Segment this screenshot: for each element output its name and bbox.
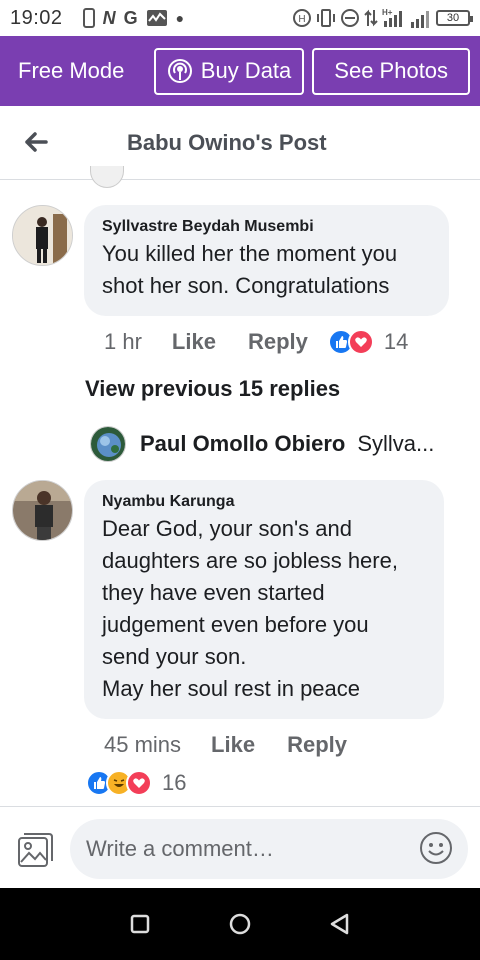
free-mode-bar: Free Mode Buy Data See Photos [0, 36, 480, 106]
circle-icon [229, 913, 251, 935]
signal-icon: H+ [382, 8, 402, 27]
like-link[interactable]: Like [172, 329, 216, 355]
signal-icon-2 [411, 11, 429, 28]
reply-link[interactable]: Reply [248, 329, 308, 355]
comment-time: 45 mins [104, 732, 182, 757]
reply-author[interactable]: Paul Omollo Obiero [140, 431, 345, 457]
broadcast-icon [167, 59, 192, 83]
reply-preview-row[interactable]: Paul Omollo Obiero Syllva... [90, 426, 434, 462]
emoji-icon[interactable] [419, 831, 453, 865]
see-photos-label: See Photos [334, 58, 449, 83]
square-icon [130, 914, 150, 934]
comment-meta: 1 hr Like Reply 14 [104, 327, 408, 357]
comment-text-line: send your son. [102, 644, 247, 669]
vibrate-icon [317, 9, 335, 27]
person-photo-icon [13, 206, 72, 265]
svg-text:H: H [298, 14, 305, 25]
recent-apps-button[interactable] [126, 910, 154, 938]
back-button[interactable] [326, 910, 354, 938]
dot-icon: ● [175, 10, 185, 26]
person-photo-icon [13, 481, 72, 540]
comment-text-line: daughters are so jobless here, [102, 548, 398, 573]
page-title: Babu Owino's Post [127, 130, 327, 155]
like-link[interactable]: Like [211, 732, 255, 758]
comment-meta: 45 mins Like Reply [104, 730, 347, 760]
comment-text-line: shot her son. Congratulations [102, 273, 390, 298]
phone-icon [82, 8, 95, 28]
comment-text-line: judgement even before you [102, 612, 369, 637]
comment-text-line: they have even started [102, 580, 325, 605]
reaction-count: 16 [162, 770, 187, 795]
buy-data-button[interactable]: Buy Data [153, 47, 305, 95]
reactions-group[interactable]: 14 [327, 329, 409, 355]
dnd-icon [341, 9, 359, 27]
comment-text-line: Dear God, your son's and [102, 516, 353, 541]
triangle-back-icon [330, 913, 349, 935]
comment-bubble[interactable]: Syllvastre Beydah Musembi You killed her… [84, 205, 449, 316]
comment-composer [0, 806, 480, 888]
comment-author[interactable]: Nyambu Karunga [102, 493, 426, 511]
love-reaction-icon [347, 329, 374, 355]
person-photo-icon [91, 427, 125, 461]
comment-text-line: You killed her the moment you [102, 241, 398, 266]
comment-text-line: May her soul rest in peace [102, 676, 361, 701]
free-mode-label: Free Mode [18, 58, 125, 83]
see-photos-button[interactable]: See Photos [312, 47, 470, 95]
avatar[interactable] [12, 480, 73, 541]
photo-icon[interactable] [16, 831, 54, 869]
home-button[interactable] [226, 910, 254, 938]
avatar[interactable] [90, 426, 126, 462]
avatar[interactable] [12, 205, 73, 266]
comment-time: 1 hr [104, 329, 142, 354]
view-previous-replies-link[interactable]: View previous 15 replies [85, 376, 340, 402]
comment-input[interactable] [70, 819, 468, 879]
comment-bubble[interactable]: Nyambu Karunga Dear God, your son's and … [84, 480, 444, 719]
reaction-count: 14 [383, 329, 409, 354]
partial-avatar [90, 166, 124, 188]
back-arrow-icon[interactable] [20, 126, 52, 158]
n-icon: N [102, 7, 116, 28]
g-icon: G [123, 7, 138, 28]
status-left-icons: N G ● [82, 7, 185, 29]
system-nav-bar [0, 888, 480, 960]
reply-preview-text: Syllva... [357, 431, 435, 456]
status-right-icons: H H+ 30 [292, 7, 473, 29]
love-reaction-icon [126, 770, 152, 796]
status-bar: 19:02 N G ● H H+ 30 [0, 0, 480, 36]
activity-icon [146, 10, 167, 26]
reply-link[interactable]: Reply [287, 732, 347, 758]
reactions-group[interactable]: 16 [86, 768, 186, 798]
nfc-icon: H [293, 9, 311, 27]
comment-author[interactable]: Syllvastre Beydah Musembi [102, 218, 431, 236]
svg-text:H+: H+ [382, 8, 393, 17]
buy-data-label: Buy Data [200, 58, 292, 83]
data-arrows-icon [364, 9, 378, 27]
post-header: Babu Owino's Post [0, 106, 480, 180]
status-time: 19:02 [10, 6, 63, 29]
battery-icon: 30 [436, 10, 473, 26]
